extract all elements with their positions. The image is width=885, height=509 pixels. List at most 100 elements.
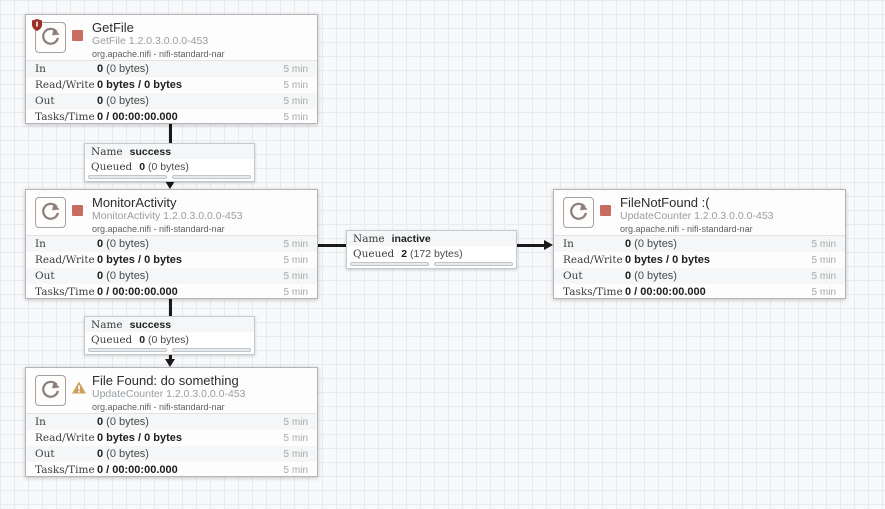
connection-label-success-2[interactable]: Name success Queued 0 (0 bytes) (84, 316, 255, 355)
queue-percent-bars (85, 174, 254, 181)
processor-header: File Found: do something UpdateCounter 1… (26, 368, 317, 413)
connection-queued-key: Queued (91, 333, 133, 346)
stat-label: Read/Write (35, 432, 95, 444)
processor-name: FileNotFound :( (620, 195, 710, 210)
stat-label: Out (35, 448, 55, 460)
stat-window: 5 min (283, 238, 308, 250)
connection-arrow-right-icon (544, 240, 553, 250)
stat-value: 0 (0 bytes) (97, 416, 149, 428)
stat-value: 0 bytes / 0 bytes (97, 79, 182, 91)
connection-queued-row: Queued 0 (0 bytes) (85, 159, 254, 174)
stat-row-tasks-time: Tasks/Time 0 / 00:00:00.000 5 min (26, 109, 317, 125)
stat-window: 5 min (811, 286, 836, 298)
processor-icon (35, 375, 66, 406)
connection-name-row: Name success (85, 317, 254, 332)
stat-window: 5 min (283, 254, 308, 266)
stat-value: 0 (0 bytes) (97, 270, 149, 282)
stat-row-tasks-time: Tasks/Time 0 / 00:00:00.000 5 min (26, 284, 317, 300)
processor-stats: In 0 (0 bytes) 5 min Read/Write 0 bytes … (26, 235, 317, 300)
connection-queued-key: Queued (91, 160, 133, 173)
stat-label: Out (563, 270, 583, 282)
stopped-icon (72, 30, 83, 41)
connection-queued-value: 0 (0 bytes) (139, 333, 189, 346)
processor-header: GetFile GetFile 1.2.0.3.0.0.0-453 org.ap… (26, 15, 317, 60)
processor-bundle: org.apache.nifi - nifi-standard-nar (620, 224, 753, 234)
connection-name-row: Name success (85, 144, 254, 159)
stat-label: In (35, 416, 46, 428)
queue-count-bar (88, 348, 167, 352)
stat-value: 0 bytes / 0 bytes (625, 254, 710, 266)
processor-type-version: UpdateCounter 1.2.0.3.0.0.0-453 (620, 210, 774, 222)
stat-value: 0 (0 bytes) (97, 238, 149, 250)
connection-queued-key: Queued (353, 247, 395, 260)
stat-window: 5 min (811, 254, 836, 266)
flow-canvas[interactable]: GetFile GetFile 1.2.0.3.0.0.0-453 org.ap… (0, 0, 885, 509)
queue-size-bar (172, 348, 251, 352)
stat-window: 5 min (283, 432, 308, 444)
processor-icon (32, 19, 66, 53)
processor-name: MonitorActivity (92, 195, 177, 210)
processor-filenotfound[interactable]: FileNotFound :( UpdateCounter 1.2.0.3.0.… (553, 189, 846, 299)
stat-label: Read/Write (563, 254, 623, 266)
stat-row-tasks-time: Tasks/Time 0 / 00:00:00.000 5 min (26, 462, 317, 478)
stat-value: 0 bytes / 0 bytes (97, 432, 182, 444)
stat-row-out: Out 0 (0 bytes) 5 min (26, 93, 317, 109)
stat-value: 0 / 00:00:00.000 (97, 464, 178, 476)
circular-arrow-icon (42, 202, 60, 220)
circular-arrow-icon (570, 202, 588, 220)
queue-percent-bars (85, 347, 254, 354)
stat-row-out: Out 0 (0 bytes) 5 min (554, 268, 845, 284)
stat-label: Read/Write (35, 79, 95, 91)
connection-queued-row: Queued 2 (172 bytes) (347, 246, 516, 261)
processor-stats: In 0 (0 bytes) 5 min Read/Write 0 bytes … (554, 235, 845, 300)
connection-label-success-1[interactable]: Name success Queued 0 (0 bytes) (84, 143, 255, 182)
stat-label: Tasks/Time (35, 111, 95, 123)
stat-row-in: In 0 (0 bytes) 5 min (26, 61, 317, 77)
connection-name-value: success (129, 145, 172, 158)
processor-type-version: MonitorActivity 1.2.0.3.0.0.0-453 (92, 210, 243, 222)
connection-queued-value: 0 (0 bytes) (139, 160, 189, 173)
queue-size-bar (172, 175, 251, 179)
stat-label: Out (35, 95, 55, 107)
stat-value: 0 (0 bytes) (625, 238, 677, 250)
stat-label: In (563, 238, 574, 250)
stat-window: 5 min (283, 270, 308, 282)
stat-row-in: In 0 (0 bytes) 5 min (26, 414, 317, 430)
processor-getfile[interactable]: GetFile GetFile 1.2.0.3.0.0.0-453 org.ap… (25, 14, 318, 124)
processor-filefound[interactable]: File Found: do something UpdateCounter 1… (25, 367, 318, 477)
processor-stats: In 0 (0 bytes) 5 min Read/Write 0 bytes … (26, 60, 317, 125)
stat-row-in: In 0 (0 bytes) 5 min (554, 236, 845, 252)
stat-label: Tasks/Time (35, 286, 95, 298)
stat-label: In (35, 238, 46, 250)
stat-row-readwrite: Read/Write 0 bytes / 0 bytes 5 min (26, 252, 317, 268)
stat-label: Tasks/Time (35, 464, 95, 476)
stat-value: 0 (0 bytes) (625, 270, 677, 282)
stat-value: 0 / 00:00:00.000 (97, 111, 178, 123)
connection-arrow-down-icon (165, 181, 175, 189)
processor-header: MonitorActivity MonitorActivity 1.2.0.3.… (26, 190, 317, 235)
queue-count-bar (88, 175, 167, 179)
stat-window: 5 min (283, 416, 308, 428)
stat-value: 0 (0 bytes) (97, 63, 149, 75)
stat-value: 0 bytes / 0 bytes (97, 254, 182, 266)
stat-window: 5 min (283, 286, 308, 298)
stat-label: Tasks/Time (563, 286, 623, 298)
processor-header: FileNotFound :( UpdateCounter 1.2.0.3.0.… (554, 190, 845, 235)
stat-row-out: Out 0 (0 bytes) 5 min (26, 268, 317, 284)
stat-row-readwrite: Read/Write 0 bytes / 0 bytes 5 min (26, 77, 317, 93)
stat-value: 0 (0 bytes) (97, 95, 149, 107)
stat-label: Read/Write (35, 254, 95, 266)
processor-monitoractivity[interactable]: MonitorActivity MonitorActivity 1.2.0.3.… (25, 189, 318, 299)
connection-name-value: success (129, 318, 172, 331)
connection-name-key: Name (353, 232, 385, 245)
processor-type-version: UpdateCounter 1.2.0.3.0.0.0-453 (92, 388, 246, 400)
connection-name-key: Name (91, 145, 123, 158)
processor-icon (563, 197, 594, 228)
stat-row-readwrite: Read/Write 0 bytes / 0 bytes 5 min (554, 252, 845, 268)
stat-value: 0 / 00:00:00.000 (625, 286, 706, 298)
processor-bundle: org.apache.nifi - nifi-standard-nar (92, 49, 225, 59)
stat-window: 5 min (283, 448, 308, 460)
processor-name: GetFile (92, 20, 134, 35)
connection-label-inactive[interactable]: Name inactive Queued 2 (172 bytes) (346, 230, 517, 269)
queue-percent-bars (347, 261, 516, 268)
